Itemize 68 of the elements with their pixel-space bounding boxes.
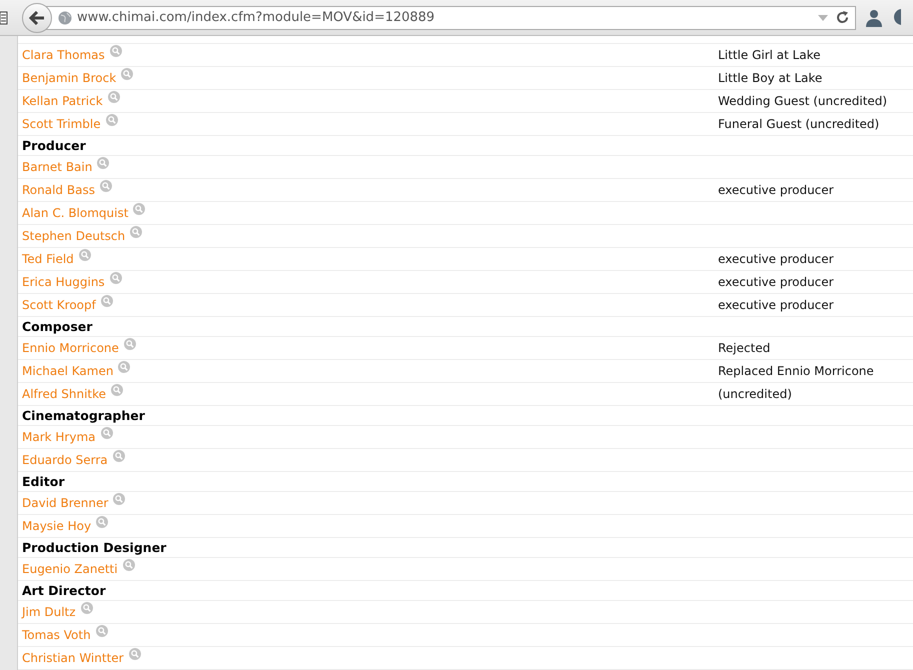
search-icon[interactable]	[122, 559, 135, 571]
search-icon[interactable]	[80, 602, 93, 614]
section-heading: Production Designer	[22, 540, 166, 555]
person-link[interactable]: Tomas Voth	[22, 628, 91, 642]
search-icon[interactable]	[110, 45, 122, 57]
role-text: Replaced Ennio Morricone	[718, 364, 874, 378]
page-icon[interactable]	[0, 10, 8, 24]
search-icon[interactable]	[100, 295, 113, 307]
search-icon[interactable]	[108, 91, 120, 103]
search-icon[interactable]	[97, 157, 110, 169]
person-icon[interactable]	[866, 8, 882, 26]
person-link[interactable]: Benjamin Brock	[22, 71, 116, 85]
person-link[interactable]: Stephen Deutsch	[22, 229, 126, 243]
person-link[interactable]: Barnet Bain	[22, 160, 92, 174]
person-link[interactable]: Scott Trimble	[22, 117, 101, 131]
search-icon[interactable]	[121, 68, 134, 80]
role-text: executive producer	[718, 275, 834, 289]
search-icon[interactable]	[133, 203, 146, 215]
person-link[interactable]: Alfred Shnitke	[22, 387, 106, 401]
person-link[interactable]: Ted Field	[22, 252, 74, 266]
person-link[interactable]: Eugenio Zanetti	[22, 562, 118, 576]
search-icon[interactable]	[78, 249, 91, 261]
person-link[interactable]: Eduardo Serra	[22, 453, 108, 467]
search-icon[interactable]	[118, 361, 130, 373]
person-link[interactable]: Clara Thomas	[22, 48, 105, 62]
person-link[interactable]: David Brenner	[22, 496, 108, 510]
search-icon[interactable]	[130, 226, 142, 238]
role-text: executive producer	[718, 298, 834, 312]
person-link[interactable]: Mark Hryma	[22, 430, 96, 444]
person-link[interactable]: Christian Wintter	[22, 651, 124, 665]
search-icon[interactable]	[113, 493, 126, 505]
role-text: Little Boy at Lake	[718, 71, 822, 85]
back-arrow-icon	[29, 10, 45, 24]
back-button[interactable]	[22, 2, 52, 32]
search-icon[interactable]	[124, 338, 136, 350]
role-text: Little Girl at Lake	[718, 48, 820, 62]
search-icon[interactable]	[112, 450, 125, 462]
person-link[interactable]: Ennio Morricone	[22, 341, 119, 355]
role-text: Wedding Guest (uncredited)	[718, 94, 888, 108]
person-link[interactable]: Ronald Bass	[22, 183, 95, 197]
section-heading: Art Director	[22, 583, 106, 598]
person-link[interactable]: Jim Dultz	[22, 605, 76, 619]
role-text: executive producer	[718, 252, 834, 266]
section-heading: Cinematographer	[22, 408, 145, 423]
search-icon[interactable]	[96, 625, 108, 637]
role-text: Funeral Guest (uncredited)	[718, 117, 880, 131]
role-text: Rejected	[718, 341, 770, 355]
person-link[interactable]: Kellan Patrick	[22, 94, 103, 108]
person-link[interactable]: Maysie Hoy	[22, 519, 92, 533]
search-icon[interactable]	[106, 114, 118, 126]
search-icon[interactable]	[111, 384, 124, 396]
search-icon[interactable]	[100, 180, 112, 192]
section-heading: Editor	[22, 474, 64, 489]
role-text: executive producer	[718, 183, 834, 197]
search-icon[interactable]	[100, 427, 113, 439]
section-heading: Producer	[22, 138, 86, 153]
person-link[interactable]: Michael Kamen	[22, 364, 114, 378]
person-link[interactable]: Alan C. Blomquist	[22, 206, 128, 220]
role-text: (uncredited)	[718, 387, 792, 401]
reload-icon[interactable]	[836, 11, 849, 24]
section-heading: Composer	[22, 319, 92, 334]
search-icon[interactable]	[110, 272, 122, 284]
person-link[interactable]: Erica Huggins	[22, 275, 105, 289]
search-icon[interactable]	[128, 648, 141, 660]
address-field[interactable]: www.chimai.com/index.cfm?module=MOV&id=120889	[44, 6, 856, 30]
dropdown-icon[interactable]	[818, 14, 828, 22]
person-link[interactable]: Scott Kroopf	[22, 298, 96, 312]
search-icon[interactable]	[96, 516, 108, 528]
